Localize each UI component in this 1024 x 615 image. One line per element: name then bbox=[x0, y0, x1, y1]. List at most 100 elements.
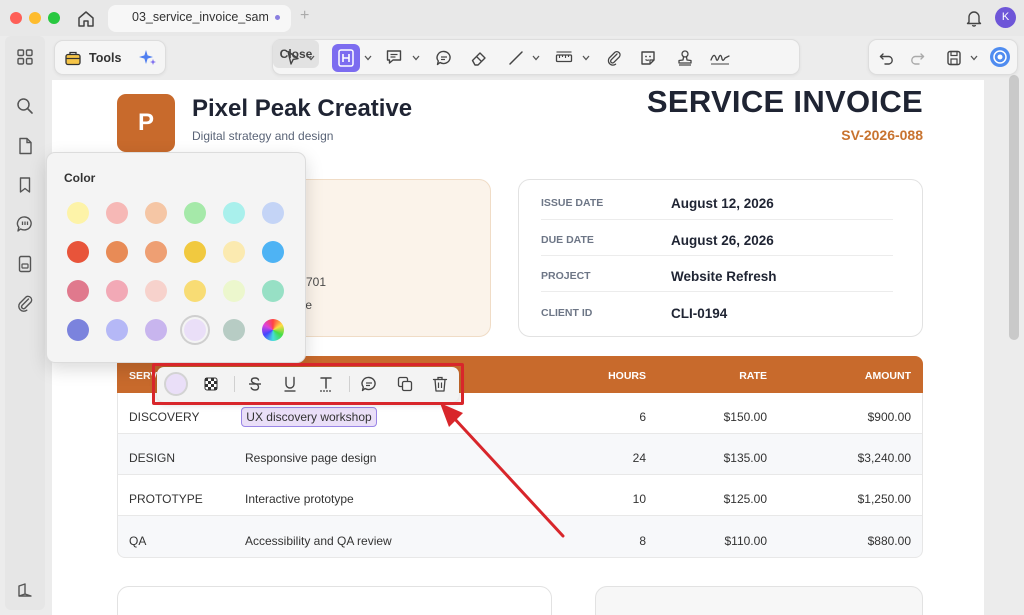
thumbnails-icon[interactable] bbox=[15, 47, 35, 67]
undo-icon[interactable] bbox=[878, 49, 896, 67]
column-header-rate: RATE bbox=[739, 370, 767, 382]
callout-highlight-box bbox=[152, 363, 464, 405]
color-swatch[interactable] bbox=[67, 241, 89, 263]
comment-tool-icon[interactable] bbox=[435, 49, 453, 67]
tools-button[interactable]: Tools bbox=[89, 51, 121, 65]
notes-card bbox=[117, 586, 552, 615]
service-cell: QA bbox=[129, 534, 147, 548]
bookmark-icon[interactable] bbox=[15, 175, 35, 195]
color-swatch[interactable] bbox=[223, 202, 245, 224]
color-swatch[interactable] bbox=[223, 241, 245, 263]
chevron-down-icon[interactable] bbox=[307, 55, 315, 61]
highlight-tool-button[interactable] bbox=[332, 44, 360, 72]
window-minimize-button[interactable] bbox=[29, 12, 41, 24]
left-sidebar bbox=[5, 36, 45, 610]
hours-cell: 8 bbox=[639, 534, 646, 548]
chevron-down-icon[interactable] bbox=[412, 55, 420, 61]
meta-divider bbox=[541, 291, 893, 292]
table-row bbox=[117, 434, 923, 475]
selected-highlight-annotation[interactable]: UX discovery workshop bbox=[241, 407, 377, 427]
hours-cell: 24 bbox=[632, 451, 646, 465]
color-swatch[interactable] bbox=[184, 280, 206, 302]
attachment-tool-icon[interactable] bbox=[605, 49, 623, 67]
chevron-down-icon[interactable] bbox=[970, 55, 978, 61]
color-swatch[interactable] bbox=[67, 319, 89, 341]
amount-cell: $900.00 bbox=[867, 410, 911, 424]
measure-tool-icon[interactable] bbox=[555, 49, 573, 67]
color-swatch[interactable] bbox=[262, 202, 284, 224]
home-icon[interactable] bbox=[76, 9, 96, 29]
service-cell: PROTOTYPE bbox=[129, 492, 203, 506]
color-swatch[interactable] bbox=[145, 241, 167, 263]
table-row bbox=[117, 516, 923, 558]
rate-cell: $110.00 bbox=[724, 534, 768, 548]
ai-sparkle-icon[interactable] bbox=[138, 48, 158, 68]
form-fields-icon[interactable] bbox=[15, 254, 35, 274]
layers-icon[interactable] bbox=[15, 580, 35, 600]
color-picker-title: Color bbox=[64, 171, 96, 185]
color-swatch[interactable] bbox=[145, 319, 167, 341]
comments-icon[interactable] bbox=[15, 214, 35, 234]
meta-divider bbox=[541, 219, 893, 220]
eraser-icon[interactable] bbox=[470, 49, 488, 67]
rate-cell: $150.00 bbox=[723, 410, 767, 424]
redo-icon[interactable] bbox=[908, 49, 926, 67]
amount-cell: $880.00 bbox=[867, 534, 911, 548]
color-swatch[interactable] bbox=[106, 202, 128, 224]
ai-assistant-icon[interactable] bbox=[989, 46, 1011, 68]
color-swatch[interactable] bbox=[184, 202, 206, 224]
note-tool-icon[interactable] bbox=[385, 48, 403, 66]
color-swatch[interactable] bbox=[67, 202, 89, 224]
unsaved-dot-icon bbox=[275, 15, 280, 20]
vertical-scrollbar[interactable] bbox=[1009, 75, 1019, 340]
bill-to-card bbox=[290, 179, 491, 337]
amount-cell: $1,250.00 bbox=[857, 492, 911, 506]
chevron-down-icon[interactable] bbox=[364, 55, 372, 61]
color-swatch[interactable] bbox=[223, 280, 245, 302]
color-swatch[interactable] bbox=[184, 241, 206, 263]
service-cell: DISCOVERY bbox=[129, 410, 200, 424]
color-swatch[interactable] bbox=[67, 280, 89, 302]
hours-cell: 10 bbox=[632, 492, 646, 506]
column-header-amount: AMOUNT bbox=[864, 370, 911, 382]
color-swatch[interactable] bbox=[262, 241, 284, 263]
amount-cell: $3,240.00 bbox=[857, 451, 911, 465]
search-icon[interactable] bbox=[15, 96, 35, 116]
color-swatch[interactable] bbox=[223, 319, 245, 341]
save-icon[interactable] bbox=[945, 49, 963, 67]
window-zoom-button[interactable] bbox=[48, 12, 60, 24]
column-header-hours: HOURS bbox=[608, 370, 646, 382]
color-swatch[interactable] bbox=[145, 280, 167, 302]
attachment-icon[interactable] bbox=[15, 293, 35, 313]
client-id-label: CLIENT ID bbox=[541, 307, 593, 319]
color-swatch[interactable] bbox=[106, 319, 128, 341]
line-tool-icon[interactable] bbox=[507, 49, 525, 67]
custom-color-swatch[interactable] bbox=[262, 319, 284, 341]
color-swatch[interactable] bbox=[184, 319, 206, 341]
select-tool-icon[interactable] bbox=[284, 49, 302, 67]
service-cell: DESIGN bbox=[129, 451, 176, 465]
color-swatch[interactable] bbox=[145, 202, 167, 224]
stamp-tool-icon[interactable] bbox=[676, 49, 694, 67]
color-swatch[interactable] bbox=[106, 280, 128, 302]
chevron-down-icon[interactable] bbox=[582, 55, 590, 61]
company-name: Pixel Peak Creative bbox=[192, 95, 413, 122]
color-swatch[interactable] bbox=[106, 241, 128, 263]
description-cell: Interactive prototype bbox=[245, 492, 354, 506]
chevron-down-icon[interactable] bbox=[532, 55, 540, 61]
bill-to-fragment: 701 bbox=[306, 275, 327, 289]
invoice-title: SERVICE INVOICE bbox=[646, 84, 923, 119]
meta-divider bbox=[541, 255, 893, 256]
invoice-number: SV-2026-088 bbox=[841, 127, 923, 143]
bell-icon[interactable] bbox=[965, 9, 983, 27]
window-close-button[interactable] bbox=[10, 12, 22, 24]
company-tagline: Digital strategy and design bbox=[192, 129, 334, 143]
right-toolbar bbox=[868, 39, 1018, 75]
new-tab-button[interactable]: + bbox=[300, 7, 309, 25]
user-avatar[interactable]: K bbox=[995, 7, 1016, 28]
due-date-value: August 26, 2026 bbox=[671, 233, 774, 248]
signature-tool-icon[interactable] bbox=[709, 49, 731, 67]
sticker-tool-icon[interactable] bbox=[639, 49, 657, 67]
color-swatch[interactable] bbox=[262, 280, 284, 302]
page-icon[interactable] bbox=[15, 136, 35, 156]
